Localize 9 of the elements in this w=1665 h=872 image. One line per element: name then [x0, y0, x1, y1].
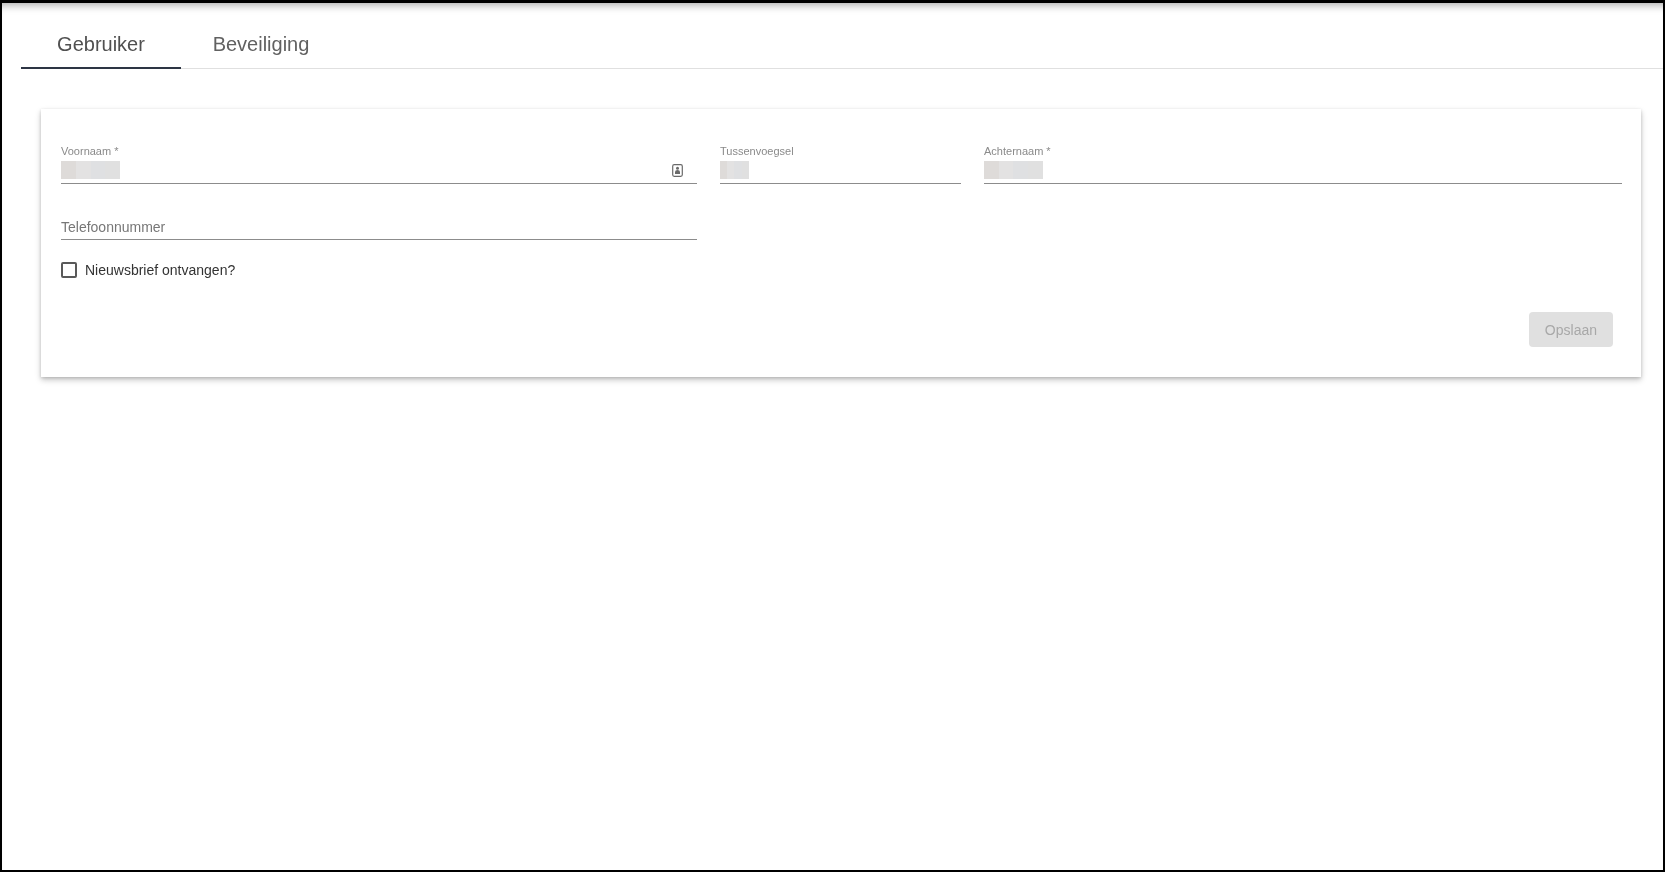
- contact-card-icon[interactable]: [672, 163, 683, 177]
- checkbox[interactable]: [61, 262, 77, 278]
- field-label: Voornaam *: [61, 145, 120, 157]
- input-field[interactable]: Telefoonnummer: [61, 215, 697, 240]
- field-label: Achternaam *: [984, 145, 1052, 157]
- tab[interactable]: Gebruiker: [21, 21, 181, 69]
- tab[interactable]: Beveiliging: [181, 21, 341, 69]
- field-label: Tussenvoegsel: [720, 145, 795, 157]
- checkbox-label[interactable]: Nieuwsbrief ontvangen?: [85, 262, 236, 278]
